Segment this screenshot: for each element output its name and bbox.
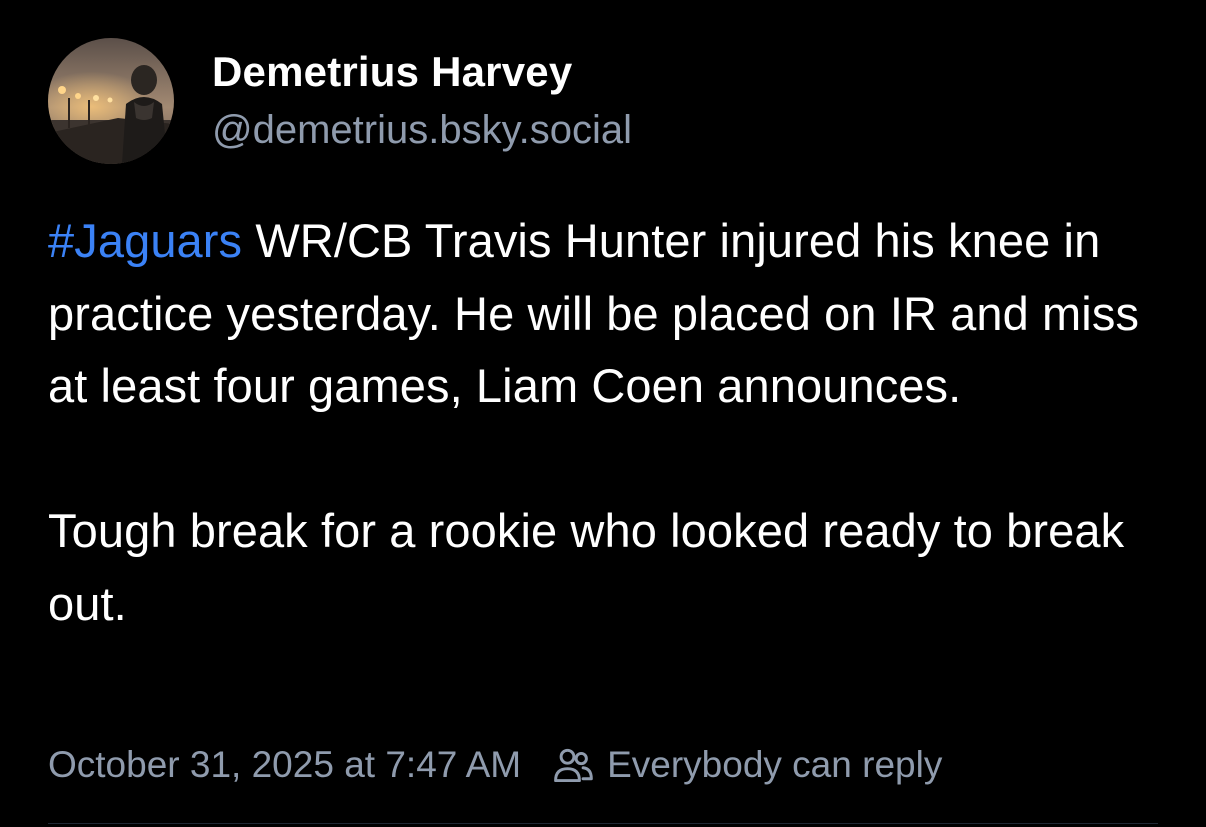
post-meta: October 31, 2025 at 7:47 AM Everybody ca… [48,740,942,790]
divider [48,823,1158,824]
reply-setting-label: Everybody can reply [607,744,943,785]
author-display-name[interactable]: Demetrius Harvey [212,47,632,97]
author-names: Demetrius Harvey @demetrius.bsky.social [212,47,632,155]
avatar-image [48,38,174,164]
post-timestamp[interactable]: October 31, 2025 at 7:47 AM [48,740,521,790]
avatar[interactable] [48,38,174,164]
post-header: Demetrius Harvey @demetrius.bsky.social [48,38,632,164]
hashtag-link[interactable]: #Jaguars [48,214,242,267]
post-text: #Jaguars WR/CB Travis Hunter injured his… [48,205,1178,640]
post: Demetrius Harvey @demetrius.bsky.social … [0,0,1206,827]
reply-setting: Everybody can reply [551,740,942,790]
author-handle[interactable]: @demetrius.bsky.social [212,105,632,155]
people-icon [554,748,593,783]
post-paragraph-2: Tough break for a rookie who looked read… [48,504,1125,630]
post-paragraph-1: #Jaguars WR/CB Travis Hunter injured his… [48,205,1178,423]
